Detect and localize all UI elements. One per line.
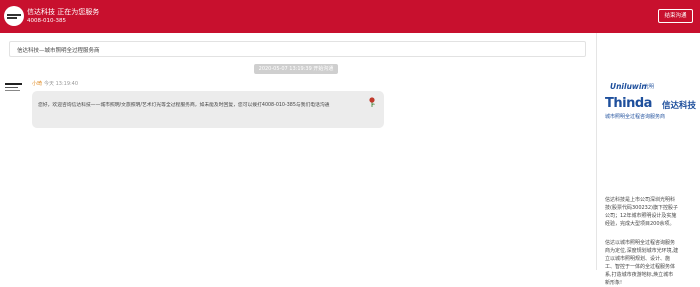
description-line: 技(股票代码300232)旗下控股子 xyxy=(605,205,678,211)
agent-name: 小琦 xyxy=(32,81,43,87)
company-description-2: 信达以城市照明全过程咨询服务 商为定位,深度规划城市光环境,建 立以城市照明规划… xyxy=(605,239,693,287)
uniluwin-logo-cn: 光明 xyxy=(644,84,655,90)
description-line: 商为定位,深度规划城市光环境,建 xyxy=(605,248,679,254)
message-time: 今天 13:19:40 xyxy=(44,81,79,87)
header-title: 信达科技 正在为您服务 xyxy=(27,8,100,16)
info-sidebar xyxy=(597,33,700,270)
description-line: 公司；12年城市照明设计及实施 xyxy=(605,213,677,219)
message-bubble: 您好，欢迎咨询信达科技——城市照明/文旅照明/艺术灯光等全过程服务商，如未能及时… xyxy=(32,91,384,128)
chat-topic-box: 信达科技—城市照明全过程服务商 xyxy=(9,41,586,57)
company-description-1: 信达科技是上市公司深圳光明科 技(股票代码300232)旗下控股子 公司；12年… xyxy=(605,196,693,228)
chat-topic-text: 信达科技—城市照明全过程服务商 xyxy=(17,48,100,54)
description-line: 系,打造城市夜游地标,焕立城市 xyxy=(605,272,674,278)
company-logo xyxy=(4,6,24,26)
agent-avatar xyxy=(4,80,24,94)
description-line: 信达科技是上市公司深圳光明科 xyxy=(605,197,676,203)
description-line: 信达以城市照明全过程咨询服务 xyxy=(605,240,676,246)
rose-icon xyxy=(369,97,375,107)
header-bar: 信达科技 正在为您服务 4008-010-385 结束沟通 xyxy=(0,0,700,33)
message-text: 您好，欢迎咨询信达科技——城市照明/文旅照明/艺术灯光等全过程服务商，如未能及时… xyxy=(38,103,330,108)
session-start-label: 2020-05-07 13:19:39 开始沟通 xyxy=(254,64,338,74)
brand-tagline: 城市照明全过程咨询服务商 xyxy=(605,114,666,120)
end-chat-button[interactable]: 结束沟通 xyxy=(658,9,693,23)
header-phone: 4008-010-385 xyxy=(27,18,66,24)
thinda-logo: Thinda xyxy=(605,96,652,111)
description-line: 新形象! xyxy=(605,280,623,286)
thinda-logo-cn: 信达科技 xyxy=(662,101,697,111)
description-line: 立以城市照明规划、设计、施 xyxy=(605,256,671,262)
uniluwin-logo: Uniluwin xyxy=(610,82,647,91)
description-line: 经验，完成大型项目200余项。 xyxy=(605,221,675,227)
